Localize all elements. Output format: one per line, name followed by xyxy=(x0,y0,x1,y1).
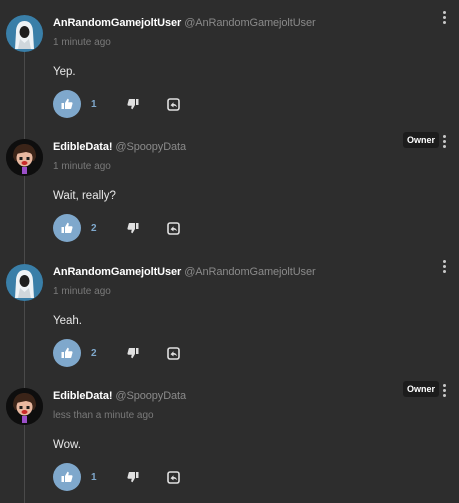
comment-actions: 1 xyxy=(53,90,187,118)
timestamp: 1 minute ago xyxy=(53,161,111,172)
user-handle[interactable]: @SpoopyData xyxy=(115,141,186,153)
character-avatar-icon xyxy=(6,139,43,176)
comment: EdibleData! @SpoopyData 1 minute ago Wait… xyxy=(0,124,459,248)
like-count[interactable]: 2 xyxy=(91,348,115,359)
timestamp: less than a minute ago xyxy=(53,410,154,421)
username-text[interactable]: AnRandomGamejoltUser xyxy=(53,17,181,29)
reply-button[interactable] xyxy=(159,339,187,367)
comment-text: Yeah. xyxy=(53,315,82,327)
more-vertical-icon[interactable] xyxy=(443,135,447,151)
character-avatar-icon xyxy=(6,388,43,425)
avatar[interactable] xyxy=(6,388,43,425)
reply-icon xyxy=(166,346,180,360)
reply-icon xyxy=(166,470,180,484)
reply-button[interactable] xyxy=(159,90,187,118)
username-text[interactable]: AnRandomGamejoltUser xyxy=(53,266,181,278)
avatar[interactable] xyxy=(6,264,43,301)
timestamp: 1 minute ago xyxy=(53,286,111,297)
username[interactable]: AnRandomGamejoltUser @AnRandomGamejoltUse… xyxy=(53,17,316,29)
like-button[interactable] xyxy=(53,339,81,367)
like-button[interactable] xyxy=(53,90,81,118)
dislike-button[interactable] xyxy=(119,90,147,118)
comment-actions: 2 xyxy=(53,214,187,242)
thumbs-down-icon xyxy=(127,223,139,234)
username[interactable]: AnRandomGamejoltUser @AnRandomGamejoltUse… xyxy=(53,266,316,278)
more-vertical-icon[interactable] xyxy=(443,260,447,276)
timestamp: 1 minute ago xyxy=(53,37,111,48)
more-vertical-icon[interactable] xyxy=(443,384,447,400)
like-button[interactable] xyxy=(53,214,81,242)
hooded-figure-icon xyxy=(6,264,43,301)
user-handle[interactable]: @AnRandomGamejoltUser xyxy=(184,266,315,278)
thumbs-up-icon xyxy=(61,98,73,109)
owner-badge: Owner xyxy=(402,132,439,148)
like-count[interactable]: 1 xyxy=(91,472,115,483)
thumbs-down-icon xyxy=(127,99,139,110)
comment-text: Wait, really? xyxy=(53,190,116,202)
thumbs-up-icon xyxy=(61,222,73,233)
comment: AnRandomGamejoltUser @AnRandomGamejoltUse… xyxy=(0,0,459,124)
username-text[interactable]: EdibleData! xyxy=(53,141,113,153)
thumbs-up-icon xyxy=(61,347,73,358)
avatar[interactable] xyxy=(6,139,43,176)
reply-button[interactable] xyxy=(159,214,187,242)
like-count[interactable]: 2 xyxy=(91,223,115,234)
username[interactable]: EdibleData! @SpoopyData xyxy=(53,141,186,153)
dislike-button[interactable] xyxy=(119,463,147,491)
user-handle[interactable]: @AnRandomGamejoltUser xyxy=(184,17,315,29)
thumbs-down-icon xyxy=(127,348,139,359)
comment: EdibleData! @SpoopyData less than a minut… xyxy=(0,373,459,497)
owner-badge: Owner xyxy=(402,381,439,397)
comment-text: Yep. xyxy=(53,66,76,78)
comment: AnRandomGamejoltUser @AnRandomGamejoltUse… xyxy=(0,249,459,373)
like-button[interactable] xyxy=(53,463,81,491)
reply-button[interactable] xyxy=(159,463,187,491)
comment-text: Wow. xyxy=(53,439,81,451)
thumbs-up-icon xyxy=(61,471,73,482)
reply-icon xyxy=(166,221,180,235)
user-handle[interactable]: @SpoopyData xyxy=(115,390,186,402)
reply-icon xyxy=(166,97,180,111)
comment-actions: 1 xyxy=(53,463,187,491)
thumbs-down-icon xyxy=(127,472,139,483)
dislike-button[interactable] xyxy=(119,214,147,242)
username[interactable]: EdibleData! @SpoopyData xyxy=(53,390,186,402)
more-vertical-icon[interactable] xyxy=(443,11,447,27)
avatar[interactable] xyxy=(6,15,43,52)
like-count[interactable]: 1 xyxy=(91,99,115,110)
username-text[interactable]: EdibleData! xyxy=(53,390,113,402)
comment-actions: 2 xyxy=(53,339,187,367)
hooded-figure-icon xyxy=(6,15,43,52)
dislike-button[interactable] xyxy=(119,339,147,367)
